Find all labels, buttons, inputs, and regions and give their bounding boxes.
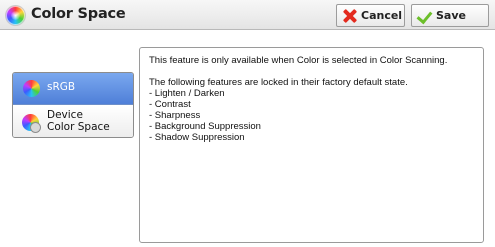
save-button-label: Save	[436, 9, 466, 22]
info-panel: This feature is only available when Colo…	[139, 47, 484, 243]
option-srgb-label: sRGB	[47, 81, 76, 93]
locked-feature-item: - Background Suppression	[149, 121, 261, 132]
save-button[interactable]: Save	[411, 4, 489, 27]
color-wheel-device-icon	[22, 114, 41, 133]
locked-feature-item: - Sharpness	[149, 110, 201, 121]
page-title: Color Space	[31, 6, 126, 22]
option-device-color-space[interactable]: Device Color Space	[13, 106, 133, 137]
option-srgb[interactable]: sRGB	[13, 73, 133, 105]
info-availability-text: This feature is only available when Colo…	[149, 55, 448, 66]
checkmark-icon	[418, 11, 432, 21]
color-wheel-icon	[23, 80, 40, 97]
option-device-color-space-label: Device Color Space	[47, 109, 110, 133]
header-bar: Color Space Cancel Save	[0, 0, 495, 30]
color-space-option-list: sRGB Device Color Space	[12, 72, 134, 138]
color-wheel-icon	[6, 6, 25, 25]
close-icon	[343, 9, 357, 23]
cancel-button[interactable]: Cancel	[336, 4, 405, 27]
locked-feature-item: - Shadow Suppression	[149, 132, 245, 143]
locked-feature-item: - Contrast	[149, 99, 191, 110]
option-device-label-line2: Color Space	[47, 121, 110, 133]
locked-feature-item: - Lighten / Darken	[149, 88, 225, 99]
cancel-button-label: Cancel	[361, 9, 403, 22]
option-device-label-line1: Device	[47, 109, 83, 121]
info-locked-intro: The following features are locked in the…	[149, 77, 408, 88]
